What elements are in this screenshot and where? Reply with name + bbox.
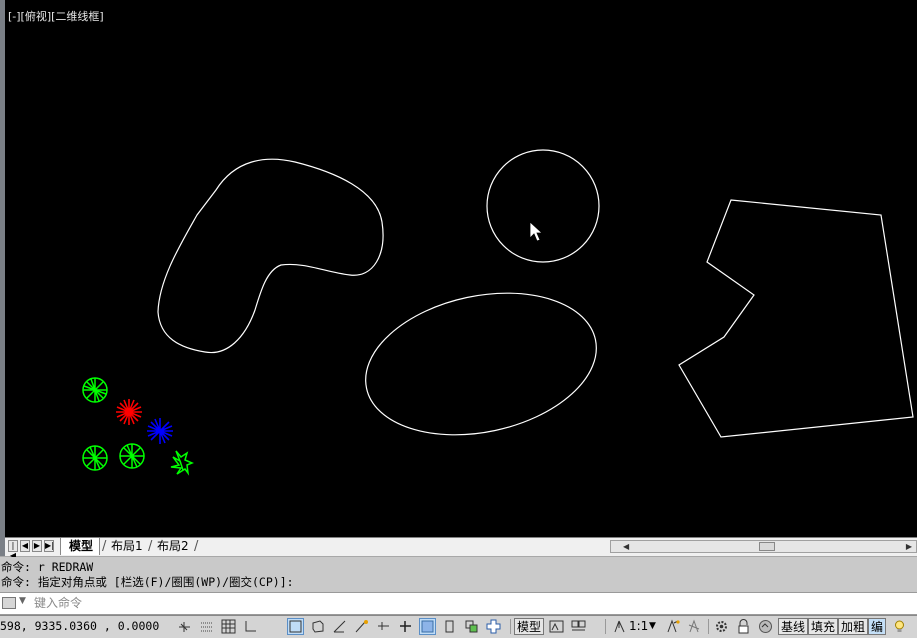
dynamic-ucs-icon[interactable] xyxy=(375,618,392,635)
scroll-right-icon[interactable]: ▶ xyxy=(906,541,912,552)
horizontal-scrollbar[interactable]: ◀ ▶ xyxy=(610,540,917,553)
spline-shape[interactable] xyxy=(157,158,384,354)
edit-button[interactable]: 编 xyxy=(868,618,887,635)
fill-button[interactable]: 填充 xyxy=(808,618,839,635)
ellipse-shape[interactable] xyxy=(352,273,609,455)
shrub-symbol-green[interactable] xyxy=(170,450,194,476)
tab-layout1[interactable]: 布局1 xyxy=(103,538,149,555)
coordinate-readout[interactable]: 598, 9335.0360 , 0.0000 xyxy=(0,619,159,633)
command-window-icon[interactable] xyxy=(2,597,16,609)
hardware-acceleration-icon[interactable] xyxy=(757,618,774,635)
annotation-monitor-icon[interactable] xyxy=(485,618,502,635)
tree-symbol-green[interactable] xyxy=(119,443,145,469)
arrow-cursor-icon xyxy=(529,221,544,242)
model-space-button[interactable]: 模型 xyxy=(514,618,545,635)
next-layout-button[interactable]: ▶ xyxy=(32,540,42,552)
tab-model[interactable]: 模型 xyxy=(60,538,101,555)
tree-symbol-blue[interactable] xyxy=(147,418,173,444)
command-history-line: 命令: r REDRAW xyxy=(1,560,94,574)
polar-icon[interactable] xyxy=(287,618,304,635)
command-history: 命令: r REDRAW 命令: 指定对角点或 [栏选(F)/圈围(WP)/圈交… xyxy=(0,557,917,592)
status-separator xyxy=(510,619,511,634)
selection-cycling-icon[interactable] xyxy=(463,618,480,635)
drawing-viewport[interactable]: [-][俯视][二维线框] xyxy=(5,0,917,537)
prev-layout-button[interactable]: ◀ xyxy=(20,540,30,552)
auto-scale-icon[interactable] xyxy=(686,618,703,635)
tab-separator: / xyxy=(194,539,199,554)
transparency-icon[interactable] xyxy=(441,618,458,635)
object-snap-icon[interactable] xyxy=(331,618,348,635)
tree-symbol-green[interactable] xyxy=(82,445,108,471)
status-separator xyxy=(708,619,709,634)
drawing-canvas[interactable] xyxy=(5,0,917,537)
first-layout-button[interactable]: |◀ xyxy=(8,540,18,560)
polyline-shape[interactable] xyxy=(678,199,914,438)
layout-tab-bar: |◀ ◀ ▶ ▶| 模型 / 布局1 / 布局2 / ◀ ▶ xyxy=(5,537,917,560)
command-history-line: 命令: 指定对角点或 [栏选(F)/圈围(WP)/圈交(CP)]: xyxy=(1,575,294,589)
command-line: ▼ xyxy=(0,592,917,615)
dynamic-input-icon[interactable] xyxy=(397,618,414,635)
snap-icon[interactable] xyxy=(198,618,215,635)
annotation-scale-icon[interactable] xyxy=(611,618,628,635)
bold-button[interactable]: 加粗 xyxy=(838,618,869,635)
scroll-thumb[interactable] xyxy=(759,542,775,551)
last-layout-button[interactable]: ▶| xyxy=(44,540,54,552)
status-separator xyxy=(605,619,606,634)
tab-layout2[interactable]: 布局2 xyxy=(149,538,195,555)
circle-shape[interactable] xyxy=(486,149,600,263)
quick-view-layouts-icon[interactable] xyxy=(548,618,565,635)
chevron-down-icon[interactable]: ▼ xyxy=(19,596,26,606)
annotation-visibility-icon[interactable] xyxy=(664,618,681,635)
object-snap-tracking-icon[interactable] xyxy=(353,618,370,635)
lineweight-icon[interactable] xyxy=(419,618,436,635)
quick-view-drawings-icon[interactable] xyxy=(570,618,587,635)
lightbulb-icon[interactable] xyxy=(891,618,908,635)
3d-object-snap-icon[interactable] xyxy=(309,618,326,635)
chevron-down-icon[interactable]: ▼ xyxy=(647,618,658,635)
scroll-left-icon[interactable]: ◀ xyxy=(623,541,629,552)
lock-icon[interactable] xyxy=(735,618,752,635)
ortho-icon[interactable] xyxy=(242,618,259,635)
tree-symbol-red[interactable] xyxy=(116,399,142,425)
tree-symbol-green[interactable] xyxy=(82,377,108,403)
status-bar: 598, 9335.0360 , 0.0000 模型 1:1 ▼ 基线 填充 加… xyxy=(0,615,917,638)
baseline-button[interactable]: 基线 xyxy=(778,618,809,635)
infer-constraints-icon[interactable] xyxy=(176,618,193,635)
grid-icon[interactable] xyxy=(220,618,237,635)
gear-icon[interactable] xyxy=(713,618,730,635)
command-input[interactable] xyxy=(34,595,904,611)
